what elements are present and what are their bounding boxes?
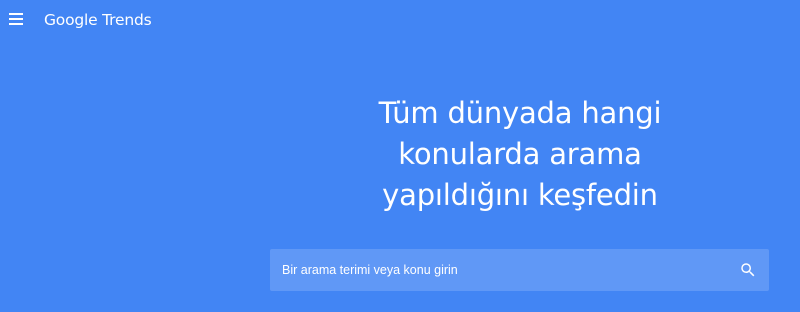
search-icon[interactable] xyxy=(739,261,757,279)
headline-line: konularda arama xyxy=(398,137,642,171)
main-menu-button[interactable] xyxy=(6,8,26,30)
search-input[interactable] xyxy=(282,249,722,291)
top-bar: Google Trends xyxy=(0,0,800,40)
search-box[interactable] xyxy=(270,249,769,291)
headline-line: yapıldığını keşfedin xyxy=(382,178,658,212)
google-trends-logo[interactable]: Google Trends xyxy=(44,10,152,30)
headline-line: Tüm dünyada hangi xyxy=(378,96,662,130)
hamburger-menu-icon xyxy=(9,13,23,25)
page-headline: Tüm dünyada hangi konularda arama yapıld… xyxy=(300,93,740,216)
